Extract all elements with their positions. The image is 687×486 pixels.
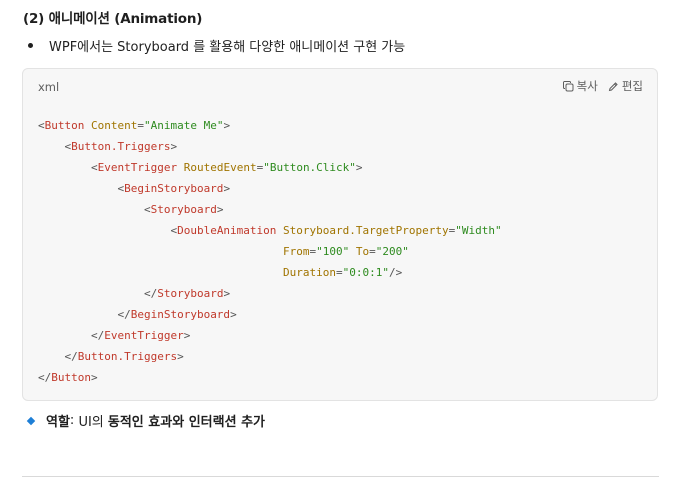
code-token: Content	[84, 119, 138, 132]
code-token: >	[177, 350, 184, 363]
code-token: >	[223, 287, 231, 300]
code-token: "0:0:1"	[342, 266, 389, 279]
code-token: >	[216, 203, 224, 216]
role-label: 역할	[46, 415, 70, 430]
code-token: "Width"	[455, 224, 502, 237]
role-emphasis: 동적인 효과와 인터랙션 추가	[107, 415, 265, 430]
code-token: >	[183, 329, 191, 342]
edit-button[interactable]: 편집	[608, 78, 643, 94]
code-token: Storyboard	[150, 203, 217, 216]
code-token: </	[38, 287, 158, 300]
code-token: BeginStoryboard	[130, 308, 231, 321]
code-token: >	[223, 119, 231, 132]
code-token: >	[91, 371, 98, 384]
code-token: EventTrigger	[104, 329, 184, 342]
diamond-bullet-icon	[26, 416, 36, 425]
code-token: DoubleAnimation	[177, 224, 277, 237]
code-line: </Button>	[38, 367, 502, 388]
code-token: "Button.Click"	[263, 161, 356, 174]
code-token: Duration	[38, 266, 337, 279]
code-token: <	[38, 224, 178, 237]
role-list-item: 역할 : UI의 동적인 효과와 인터랙션 추가	[26, 411, 265, 430]
role-separator: :	[69, 413, 79, 428]
code-token: >	[230, 308, 237, 321]
code-token: </	[38, 371, 52, 384]
code-block: xml 복사 편집 <Button Content="Animate Me"> …	[22, 68, 658, 401]
code-line: Duration="0:0:1"/>	[38, 262, 502, 283]
code-token: />	[389, 266, 403, 279]
copy-label: 복사	[576, 79, 598, 93]
code-content: <Button Content="Animate Me"> <Button.Tr…	[38, 115, 502, 388]
code-token: <	[38, 203, 151, 216]
code-token: From	[38, 245, 310, 258]
copy-button[interactable]: 복사	[562, 78, 598, 94]
code-line: <Storyboard>	[38, 199, 502, 220]
code-token: <	[38, 182, 125, 195]
code-token: =	[369, 245, 376, 258]
code-token: <	[38, 161, 98, 174]
code-token: Button.Triggers	[77, 350, 178, 363]
code-token: =	[336, 266, 343, 279]
code-line: <Button.Triggers>	[38, 136, 502, 157]
code-language-label: xml	[38, 80, 60, 94]
code-line: <BeginStoryboard>	[38, 178, 502, 199]
code-token: >	[355, 161, 363, 174]
code-token: >	[170, 140, 178, 153]
code-token: </	[38, 350, 78, 363]
code-line: <DoubleAnimation Storyboard.TargetProper…	[38, 220, 502, 241]
code-token: Button.Triggers	[71, 140, 171, 153]
code-token: </	[38, 308, 131, 321]
code-token: "200"	[375, 245, 409, 258]
code-line: </EventTrigger>	[38, 325, 502, 346]
code-token: "Animate Me"	[143, 119, 224, 132]
copy-icon	[562, 80, 574, 91]
edit-icon	[608, 81, 618, 91]
code-line: From="100" To="200"	[38, 241, 502, 262]
code-token: Button	[44, 119, 85, 132]
code-line: <Button Content="Animate Me">	[38, 115, 502, 136]
code-token: <	[38, 119, 45, 132]
code-token: Button	[51, 371, 91, 384]
code-token: Storyboard	[157, 287, 224, 300]
section-heading: (2) 애니메이션 (Animation)	[23, 11, 203, 27]
code-token: Storyboard.TargetProperty	[276, 224, 449, 237]
code-token: =	[137, 119, 144, 132]
code-token: BeginStoryboard	[124, 182, 224, 195]
code-token: </	[38, 329, 105, 342]
code-actions: 복사 편집	[562, 78, 643, 94]
edit-label: 편집	[621, 79, 643, 93]
code-token: >	[223, 182, 231, 195]
code-token: RoutedEvent	[177, 161, 257, 174]
code-line: </BeginStoryboard>	[38, 304, 502, 325]
code-line: </Storyboard>	[38, 283, 502, 304]
section-divider	[22, 476, 659, 477]
code-token: "100"	[316, 245, 350, 258]
code-token: To	[349, 245, 370, 258]
intro-bullet: WPF에서는 Storyboard 를 활용해 다양한 애니메이션 구현 가능	[28, 36, 405, 55]
role-prefix: UI의	[78, 415, 108, 430]
code-token: EventTrigger	[97, 161, 178, 174]
bullet-dot-icon	[28, 43, 33, 48]
code-line: </Button.Triggers>	[38, 346, 502, 367]
code-token: <	[38, 140, 72, 153]
intro-bullet-text: WPF에서는 Storyboard 를 활용해 다양한 애니메이션 구현 가능	[49, 40, 406, 55]
code-line: <EventTrigger RoutedEvent="Button.Click"…	[38, 157, 502, 178]
